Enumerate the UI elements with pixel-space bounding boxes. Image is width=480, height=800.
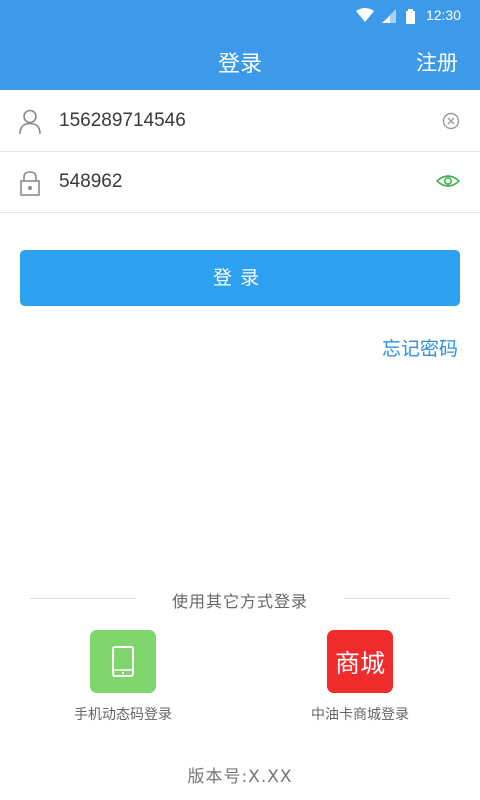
phone-icon xyxy=(112,646,134,677)
phone-login-tile[interactable] xyxy=(90,630,156,693)
page-title: 登录 xyxy=(217,52,262,77)
mall-login-option[interactable]: 商城 中油卡商城登录 xyxy=(260,630,460,724)
version-text: 版本号:X.XX xyxy=(187,767,293,787)
eye-icon[interactable] xyxy=(436,173,460,189)
phone-login-label: 手机动态码登录 xyxy=(74,707,172,723)
phone-code-login-option[interactable]: 手机动态码登录 xyxy=(23,630,223,724)
status-bar: 12:30 xyxy=(0,0,480,32)
status-icons xyxy=(356,8,415,24)
lock-icon xyxy=(20,171,40,196)
user-icon xyxy=(19,109,41,135)
battery-icon xyxy=(406,9,415,24)
password-field[interactable]: 548962 xyxy=(59,171,122,193)
mall-logo-text: 商城 xyxy=(334,648,385,678)
wifi-icon xyxy=(356,8,374,22)
username-row: 156289714546 xyxy=(0,91,480,152)
mall-login-label: 中油卡商城登录 xyxy=(311,707,409,723)
signal-icon xyxy=(382,9,396,23)
login-button[interactable]: 登录 xyxy=(20,250,460,306)
other-methods-title: 使用其它方式登录 xyxy=(171,592,308,611)
mall-login-tile[interactable]: 商城 xyxy=(327,630,393,693)
app-header: 12:30 登录 注册 xyxy=(0,0,480,90)
forgot-password-link[interactable]: 忘记密码 xyxy=(382,334,458,361)
status-time: 12:30 xyxy=(425,7,461,23)
clear-icon[interactable] xyxy=(442,112,460,130)
username-field[interactable]: 156289714546 xyxy=(59,110,186,132)
password-row: 548962 xyxy=(0,152,480,213)
register-button[interactable]: 注册 xyxy=(416,47,458,77)
